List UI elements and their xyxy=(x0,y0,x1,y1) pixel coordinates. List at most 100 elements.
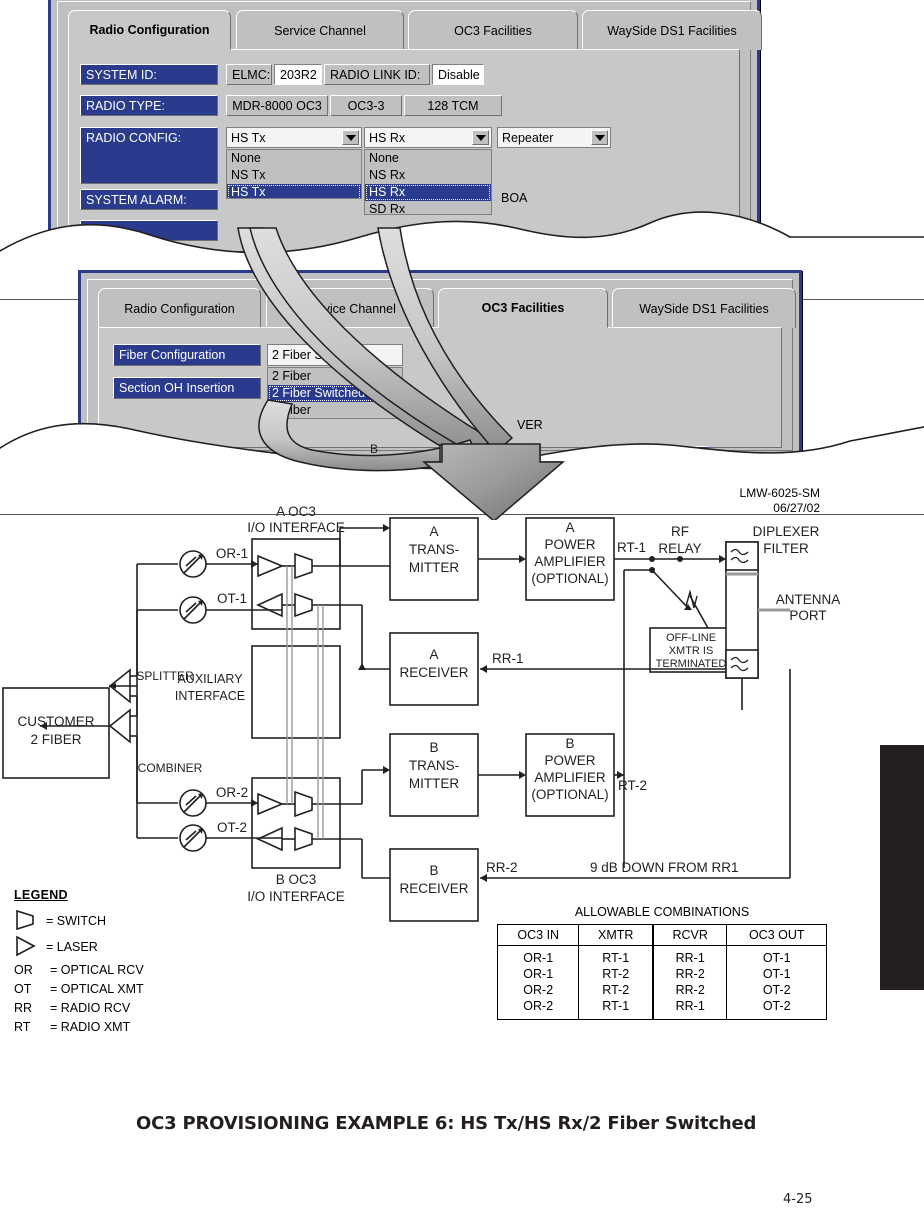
auxiliary-label-line1: AUXILIARY xyxy=(177,672,243,686)
table-cell: OT-1 xyxy=(726,945,827,966)
db-down-note: 9 dB DOWN FROM RR1 xyxy=(590,860,739,875)
table-header-cell: OC3 IN xyxy=(496,924,580,946)
page-edge-tab-marker xyxy=(880,745,924,990)
table-cell: OT-2 xyxy=(726,998,827,1020)
b-io-label-line1: B OC3 xyxy=(276,872,317,887)
table-row: OR-1 RT-1 RR-1 OT-1 xyxy=(496,945,827,966)
legend-key: OR xyxy=(14,962,33,977)
b-transmitter-line1: B xyxy=(429,740,438,755)
table-cell: OR-1 xyxy=(496,945,580,966)
legend-row-rt: RT = RADIO XMT xyxy=(14,1017,214,1036)
page-number: 4-25 xyxy=(783,1192,813,1207)
diplexer-line1: DIPLEXER xyxy=(753,524,820,539)
table-cell: RT-1 xyxy=(578,945,654,966)
antenna-port-line2: PORT xyxy=(789,608,826,623)
port-label-or1: OR-1 xyxy=(216,546,248,561)
diplexer-line2: FILTER xyxy=(763,541,809,556)
tab-oc3-facilities[interactable]: OC3 Facilities xyxy=(438,288,608,328)
table-cell: RT-1 xyxy=(578,998,654,1020)
legend-block: LEGEND = SWITCH = LASER OR = OPTICAL RCV… xyxy=(14,888,214,1036)
ribbon-label-b: B xyxy=(370,442,378,456)
legend-row-laser: = LASER xyxy=(14,934,214,960)
legend-row-rr: RR = RADIO RCV xyxy=(14,998,214,1017)
a-transmitter-line2: TRANS- xyxy=(409,542,459,557)
legend-text: = RADIO XMT xyxy=(50,1019,131,1034)
table-header-cell: OC3 OUT xyxy=(726,924,827,946)
a-power-amp-line1: A xyxy=(565,520,574,535)
table-header-cell: XMTR xyxy=(578,924,654,946)
table-cell: RR-2 xyxy=(651,966,728,982)
signal-label-rr1: RR-1 xyxy=(492,651,524,666)
b-transmitter-line3: MITTER xyxy=(409,776,459,791)
antenna-port-line1: ANTENNA xyxy=(776,592,841,607)
table-cell: OT-1 xyxy=(726,966,827,982)
offline-note-line3: TERMINATED xyxy=(656,658,727,670)
table-header-row: OC3 IN XMTR RCVR OC3 OUT xyxy=(496,924,827,946)
a-receiver-line2: RECEIVER xyxy=(399,665,468,680)
a-io-label-line1: A OC3 xyxy=(276,504,316,519)
offline-note-line2: XMTR IS xyxy=(669,645,714,657)
customer-box-line2: 2 FIBER xyxy=(30,732,81,747)
table-row: OR-2 RT-1 RR-1 OT-2 xyxy=(496,998,827,1020)
a-power-amp-line4: (OPTIONAL) xyxy=(531,571,608,586)
legend-key: RR xyxy=(14,1000,33,1015)
a-transmitter-line3: MITTER xyxy=(409,560,459,575)
combinations-title: ALLOWABLE COMBINATIONS xyxy=(574,905,750,919)
b-power-amp-line3: AMPLIFIER xyxy=(534,770,606,785)
signal-label-rr2: RR-2 xyxy=(486,860,518,875)
legend-text: = RADIO RCV xyxy=(50,1000,131,1015)
customer-box-line1: CUSTOMER xyxy=(17,714,94,729)
callout-ribbons: B xyxy=(237,227,566,520)
offline-note-line1: OFF-LINE xyxy=(666,632,716,644)
table-cell: OR-1 xyxy=(496,966,580,982)
table-cell: OR-2 xyxy=(496,998,580,1020)
table-cell: RT-2 xyxy=(578,982,654,998)
b-receiver-line1: B xyxy=(429,863,438,878)
signal-label-rt1: RT-1 xyxy=(617,540,646,555)
legend-row-or: OR = OPTICAL RCV xyxy=(14,960,214,979)
a-power-amp-line3: AMPLIFIER xyxy=(534,554,606,569)
signal-label-rt2: RT-2 xyxy=(618,778,647,793)
b-io-label-line2: I/O INTERFACE xyxy=(247,889,345,904)
legend-key: RT xyxy=(14,1019,31,1034)
legend-row-ot: OT = OPTICAL XMT xyxy=(14,979,214,998)
table-cell: OR-2 xyxy=(496,982,580,998)
legend-text: = OPTICAL XMT xyxy=(50,981,144,996)
port-label-or2: OR-2 xyxy=(216,785,248,800)
table-header-cell: RCVR xyxy=(651,924,728,946)
table-cell: OT-2 xyxy=(726,982,827,998)
combiner-label: COMBINER xyxy=(138,761,203,775)
laser-symbol-icon xyxy=(14,935,46,960)
legend-key: OT xyxy=(14,981,32,996)
a-io-label-line2: I/O INTERFACE xyxy=(247,520,345,535)
legend-title: LEGEND xyxy=(14,888,68,902)
allowable-combinations-block: ALLOWABLE COMBINATIONS OC3 IN XMTR RCVR … xyxy=(496,905,827,1020)
table-cell: RR-2 xyxy=(651,982,728,998)
port-label-ot2: OT-2 xyxy=(217,820,247,835)
b-receiver-line2: RECEIVER xyxy=(399,881,468,896)
legend-row-switch: = SWITCH xyxy=(14,908,214,934)
tab-label: OC3 Facilities xyxy=(481,301,565,315)
legend-text: = LASER xyxy=(46,940,98,954)
table-cell: RR-1 xyxy=(651,998,728,1020)
legend-text: = SWITCH xyxy=(46,914,107,928)
rf-relay-line2: RELAY xyxy=(658,541,701,556)
b-power-amp-line4: (OPTIONAL) xyxy=(531,787,608,802)
tab-label: Radio Configuration xyxy=(89,23,210,37)
table-cell: RR-1 xyxy=(651,945,728,966)
legend-text: = OPTICAL RCV xyxy=(50,962,144,977)
table-cell: RT-2 xyxy=(578,966,654,982)
combinations-table: OC3 IN XMTR RCVR OC3 OUT OR-1 RT-1 RR-1 … xyxy=(496,924,827,1020)
a-receiver-line1: A xyxy=(429,647,438,662)
tab-radio-configuration[interactable]: Radio Configuration xyxy=(68,10,231,50)
b-power-amp-line2: POWER xyxy=(544,753,595,768)
b-transmitter-line2: TRANS- xyxy=(409,758,459,773)
port-label-ot1: OT-1 xyxy=(217,591,247,606)
auxiliary-label-line2: INTERFACE xyxy=(175,689,245,703)
a-transmitter-line1: A xyxy=(429,524,438,539)
table-row: OR-2 RT-2 RR-2 OT-2 xyxy=(496,982,827,998)
a-power-amp-line2: POWER xyxy=(544,537,595,552)
b-power-amp-line1: B xyxy=(565,736,574,751)
rf-relay-line1: RF xyxy=(671,524,689,539)
figure-caption: OC3 PROVISIONING EXAMPLE 6: HS Tx/HS Rx/… xyxy=(136,1113,757,1134)
